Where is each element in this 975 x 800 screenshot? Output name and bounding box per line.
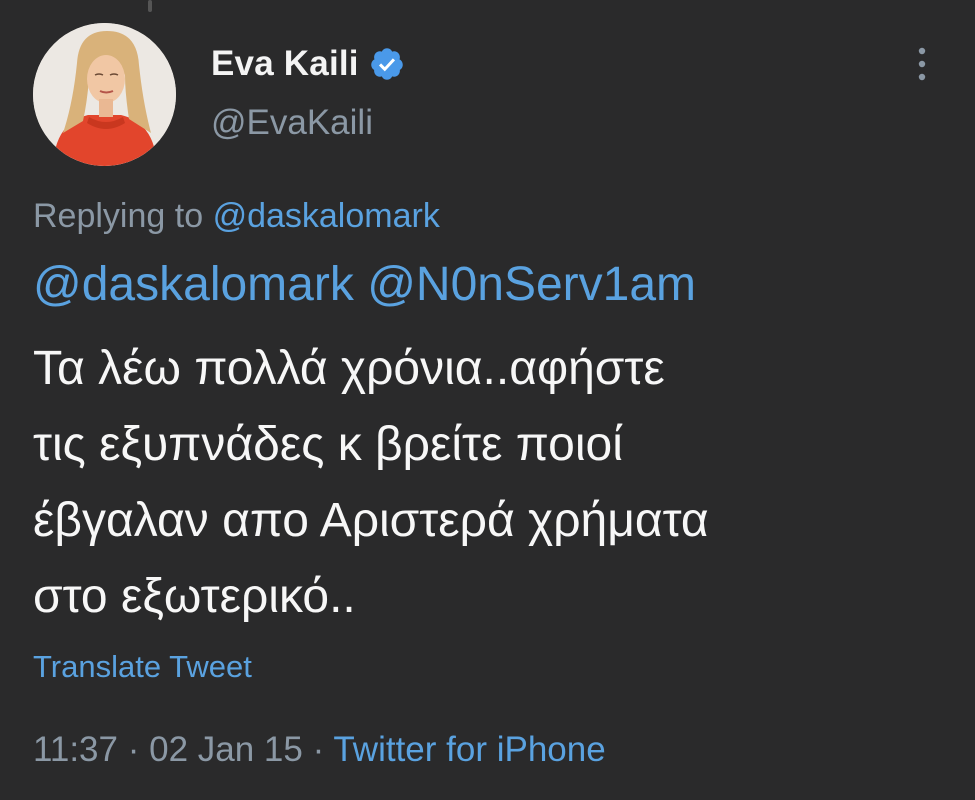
replying-to: Replying to @daskalomark [33,197,440,236]
replying-to-prefix: Replying to [33,197,204,235]
author-display-name[interactable]: Eva Kaili [211,44,359,84]
verified-badge-icon [370,48,403,80]
meta-separator: · [302,730,334,769]
avatar-portrait [33,23,176,166]
tweet-text: Τα λέω πολλά χρόνια..αφήστε τις εξυπνάδε… [33,331,963,635]
replying-to-handle-link[interactable]: @daskalomark [213,197,440,235]
more-vertical-icon[interactable] [912,44,932,84]
tweet-time[interactable]: 11:37 [33,730,118,769]
tweet-text-line: τις εξυπνάδες κ βρείτε ποιοί [33,418,623,471]
mention-link-n0nserv1am[interactable]: @N0nServ1am [367,258,696,311]
tweet-card: Eva Kaili @EvaKaili Replying to @daskalo… [0,0,975,800]
mention-link-daskalomark[interactable]: @daskalomark [33,258,354,311]
tweet-date[interactable]: 02 Jan 15 [149,730,303,769]
tweet-text-line: στο εξωτερικό.. [33,570,356,623]
tweet-text-line: Τα λέω πολλά χρόνια..αφήστε [33,342,665,395]
avatar[interactable] [33,23,176,166]
translate-tweet-link[interactable]: Translate Tweet [33,649,252,685]
meta-separator: · [118,730,150,769]
tweet-source-link[interactable]: Twitter for iPhone [333,730,605,769]
author-handle[interactable]: @EvaKaili [211,103,373,143]
tweet-mentions: @daskalomark @N0nServ1am [33,257,696,312]
thread-connector [148,0,152,12]
author-name-row: Eva Kaili [211,44,405,84]
tweet-metadata: 11:37 · 02 Jan 15 · Twitter for iPhone [33,730,606,770]
tweet-text-line: έβγαλαν απο Αριστερά χρήματα [33,494,709,547]
